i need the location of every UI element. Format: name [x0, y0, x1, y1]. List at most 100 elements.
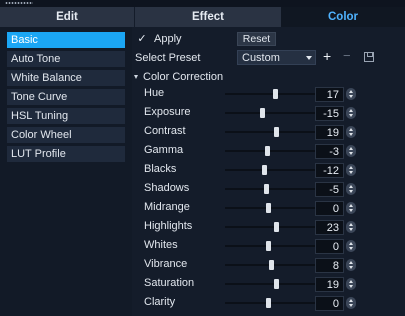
slider-label: Whites: [144, 239, 178, 251]
slider-thumb[interactable]: [260, 108, 265, 118]
slider-track[interactable]: [225, 241, 315, 251]
spin-down-icon[interactable]: [348, 152, 353, 155]
sidebar-item-hsl-tuning[interactable]: HSL Tuning: [7, 108, 125, 124]
spinner-icon[interactable]: [346, 126, 356, 138]
tab-effect[interactable]: Effect: [134, 7, 281, 27]
spin-down-icon[interactable]: [348, 266, 353, 269]
slider-value-input[interactable]: 17: [315, 87, 344, 102]
slider-row-exposure: Exposure -15: [132, 104, 405, 123]
spin-up-icon[interactable]: [348, 90, 353, 93]
slider-track[interactable]: [225, 184, 315, 194]
sidebar-item-basic[interactable]: Basic: [7, 32, 125, 48]
slider-value-input[interactable]: 19: [315, 125, 344, 140]
spin-up-icon[interactable]: [348, 299, 353, 302]
grip-dots-icon[interactable]: [5, 2, 33, 4]
spin-up-icon[interactable]: [348, 204, 353, 207]
spin-down-icon[interactable]: [348, 95, 353, 98]
spin-up-icon[interactable]: [348, 280, 353, 283]
add-preset-plus-icon[interactable]: +: [323, 48, 331, 64]
slider-track[interactable]: [225, 298, 315, 308]
spin-down-icon[interactable]: [348, 114, 353, 117]
spin-up-icon[interactable]: [348, 223, 353, 226]
spinner-icon[interactable]: [346, 145, 356, 157]
slider-value-input[interactable]: 0: [315, 239, 344, 254]
sidebar-item-lut-profile[interactable]: LUT Profile: [7, 146, 125, 162]
slider-value-input[interactable]: 0: [315, 201, 344, 216]
slider-thumb[interactable]: [262, 165, 267, 175]
check-icon[interactable]: ✓: [136, 33, 148, 45]
slider-row-contrast: Contrast 19: [132, 123, 405, 142]
slider-value-input[interactable]: -12: [315, 163, 344, 178]
slider-value-input[interactable]: -5: [315, 182, 344, 197]
slider-thumb[interactable]: [269, 260, 274, 270]
spinner-icon[interactable]: [346, 88, 356, 100]
spin-down-icon[interactable]: [348, 190, 353, 193]
spin-down-icon[interactable]: [348, 209, 353, 212]
preset-dropdown[interactable]: Custom: [237, 50, 316, 65]
tab-color[interactable]: Color: [281, 7, 405, 27]
slider-thumb[interactable]: [273, 89, 278, 99]
slider-value-input[interactable]: 8: [315, 258, 344, 273]
spin-up-icon[interactable]: [348, 185, 353, 188]
slider-thumb[interactable]: [264, 184, 269, 194]
spinner-icon[interactable]: [346, 259, 356, 271]
spin-down-icon[interactable]: [348, 285, 353, 288]
slider-track[interactable]: [225, 203, 315, 213]
slider-track[interactable]: [225, 108, 315, 118]
slider-track[interactable]: [225, 146, 315, 156]
basic-panel: ✓ Apply Reset Select Preset Custom + − C…: [132, 27, 405, 316]
slider-thumb[interactable]: [274, 279, 279, 289]
slider-label: Midrange: [144, 201, 190, 213]
slider-value-input[interactable]: 0: [315, 296, 344, 311]
slider-thumb[interactable]: [266, 298, 271, 308]
slider-value-input[interactable]: 23: [315, 220, 344, 235]
slider-thumb[interactable]: [266, 203, 271, 213]
sidebar-item-white-balance[interactable]: White Balance: [7, 70, 125, 86]
slider-thumb[interactable]: [265, 146, 270, 156]
slider-thumb[interactable]: [266, 241, 271, 251]
spin-down-icon[interactable]: [348, 247, 353, 250]
spinner-icon[interactable]: [346, 202, 356, 214]
spinner-icon[interactable]: [346, 297, 356, 309]
spin-up-icon[interactable]: [348, 261, 353, 264]
color-correction-header[interactable]: Color Correction: [134, 71, 223, 83]
panel-grip[interactable]: [0, 0, 405, 7]
spin-down-icon[interactable]: [348, 133, 353, 136]
slider-track[interactable]: [225, 165, 315, 175]
spin-up-icon[interactable]: [348, 128, 353, 131]
slider-row-hue: Hue 17: [132, 85, 405, 104]
reset-button[interactable]: Reset: [237, 32, 276, 46]
tab-edit[interactable]: Edit: [0, 7, 134, 27]
spin-up-icon[interactable]: [348, 242, 353, 245]
slider-track[interactable]: [225, 222, 315, 232]
sidebar-item-color-wheel[interactable]: Color Wheel: [7, 127, 125, 143]
slider-track[interactable]: [225, 89, 315, 99]
slider-value-input[interactable]: -3: [315, 144, 344, 159]
spin-up-icon[interactable]: [348, 147, 353, 150]
slider-track[interactable]: [225, 279, 315, 289]
spin-down-icon[interactable]: [348, 228, 353, 231]
spin-up-icon[interactable]: [348, 109, 353, 112]
tab-bar: Edit Effect Color: [0, 7, 405, 27]
slider-track[interactable]: [225, 127, 315, 137]
spin-up-icon[interactable]: [348, 166, 353, 169]
save-preset-icon[interactable]: [364, 52, 374, 62]
spin-down-icon[interactable]: [348, 304, 353, 307]
remove-preset-minus-icon[interactable]: −: [343, 48, 351, 63]
sidebar-item-auto-tone[interactable]: Auto Tone: [7, 51, 125, 67]
sidebar-item-tone-curve[interactable]: Tone Curve: [7, 89, 125, 105]
spinner-icon[interactable]: [346, 164, 356, 176]
slider-thumb[interactable]: [274, 222, 279, 232]
slider-track[interactable]: [225, 260, 315, 270]
spinner-icon[interactable]: [346, 278, 356, 290]
slider-value-input[interactable]: -15: [315, 106, 344, 121]
spinner-icon[interactable]: [346, 221, 356, 233]
spinner-icon[interactable]: [346, 183, 356, 195]
spin-down-icon[interactable]: [348, 171, 353, 174]
apply-checkbox-row[interactable]: ✓ Apply: [136, 32, 181, 46]
spinner-icon[interactable]: [346, 107, 356, 119]
spinner-icon[interactable]: [346, 240, 356, 252]
slider-thumb[interactable]: [274, 127, 279, 137]
slider-value-input[interactable]: 19: [315, 277, 344, 292]
slider-label: Highlights: [144, 220, 193, 232]
